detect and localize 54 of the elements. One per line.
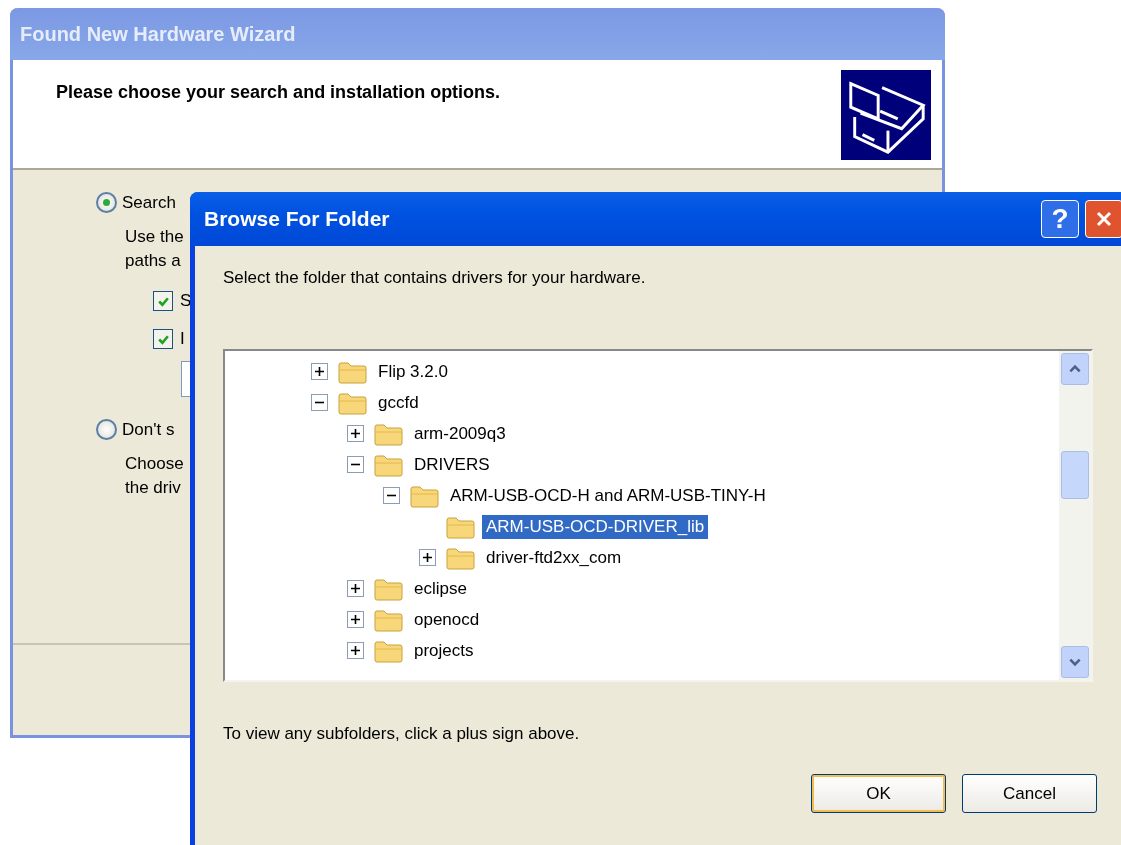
wizard-heading: Please choose your search and installation options. [56,81,501,104]
ok-button[interactable]: OK [811,774,946,813]
folder-icon [446,514,476,539]
folder-name[interactable]: DRIVERS [410,452,494,477]
folder-icon [338,359,368,384]
folder-icon [374,421,404,446]
scroll-thumb[interactable] [1061,451,1089,499]
instruction-text: Select the folder that contains drivers for your hardware. [223,268,647,289]
folder-icon [374,607,404,632]
window-title: Found New Hardware Wizard [10,8,945,60]
dialog-title: Browse For Folder [204,207,391,231]
folder-icon [410,483,440,508]
folder-name[interactable]: driver-ftd2xx_com [482,545,626,570]
checkbox-label: S [180,291,192,311]
collapse-icon[interactable] [347,456,364,473]
expand-icon[interactable] [311,363,328,380]
folder-icon [374,638,404,663]
folder-icon [374,452,404,477]
collapse-icon[interactable] [383,487,400,504]
folder-icon [338,390,368,415]
close-button[interactable] [1085,200,1121,238]
hint-text: To view any subfolders, click a plus sign above. [223,724,581,744]
folder-name[interactable]: ARM-USB-OCD-DRIVER_lib [482,514,709,539]
checkbox[interactable] [153,291,173,311]
close-icon [1094,209,1114,229]
expand-icon[interactable] [347,611,364,628]
folder-name[interactable]: openocd [410,607,484,632]
expand-icon[interactable] [347,425,364,442]
folder-name[interactable]: projects [410,638,478,663]
folder-name[interactable]: Flip 3.2.0 [374,359,452,384]
option-description: Choose the driv [125,453,184,499]
folder-name[interactable]: ARM-USB-OCD-H and ARM-USB-TINY-H [446,483,770,508]
expand-icon[interactable] [347,642,364,659]
expand-icon[interactable] [419,549,436,566]
cancel-button[interactable]: Cancel [962,774,1097,813]
folder-name[interactable]: eclipse [410,576,471,601]
folder-icon [374,576,404,601]
collapse-icon[interactable] [311,394,328,411]
folder-name[interactable]: gccfd [374,390,423,415]
hardware-icon [840,70,932,160]
expand-icon[interactable] [347,580,364,597]
checkbox[interactable] [153,329,173,349]
folder-name[interactable]: arm-2009q3 [410,421,510,446]
scroll-down-button[interactable] [1061,646,1089,678]
help-button[interactable]: ? [1041,200,1079,238]
checkbox-label: I [180,329,185,349]
option-label: Search [122,192,176,213]
option-description: Use the paths a [125,226,184,272]
folder-icon [446,545,476,570]
radio-button[interactable] [96,419,117,440]
option-label: Don't s [122,419,175,440]
scroll-up-button[interactable] [1061,353,1089,385]
radio-button[interactable] [96,192,117,213]
scrollbar[interactable] [1059,351,1091,680]
